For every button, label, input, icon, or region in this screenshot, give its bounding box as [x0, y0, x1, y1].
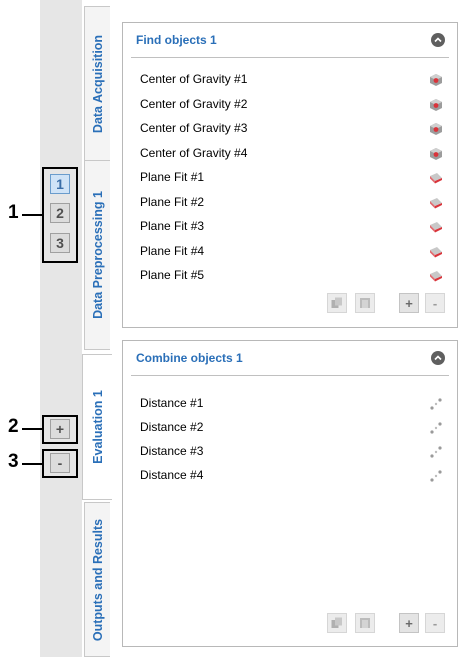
- tab-evaluation[interactable]: Evaluation 1: [82, 354, 112, 500]
- tab-outputs-and-results-label: Outputs and Results: [90, 518, 105, 641]
- list-item[interactable]: Center of Gravity #3: [140, 121, 247, 135]
- plane-fit-icon: [429, 196, 443, 210]
- add-object-button[interactable]: +: [399, 293, 419, 313]
- find-objects-panel: Find objects 1 Center of Gravity #1 Cente…: [122, 22, 458, 328]
- list-item[interactable]: Plane Fit #4: [140, 244, 204, 258]
- side-strip: [40, 0, 82, 657]
- distance-icon: [429, 445, 443, 459]
- page-2-button[interactable]: 2: [50, 203, 70, 223]
- add-page-button[interactable]: +: [50, 419, 70, 439]
- callout-1-line: [22, 214, 42, 216]
- list-item[interactable]: Distance #3: [140, 444, 203, 458]
- plane-fit-icon: [429, 171, 443, 185]
- remove-page-button[interactable]: -: [50, 453, 70, 473]
- list-item[interactable]: Center of Gravity #2: [140, 97, 247, 111]
- list-item[interactable]: Plane Fit #1: [140, 170, 204, 184]
- center-of-gravity-icon: [429, 147, 443, 161]
- distance-icon: [429, 469, 443, 483]
- tab-data-acquisition[interactable]: Data Acquisition: [84, 6, 110, 162]
- page-1-button[interactable]: 1: [50, 174, 70, 194]
- plane-fit-icon: [429, 220, 443, 234]
- list-item[interactable]: Distance #4: [140, 468, 203, 482]
- callout-1-label: 1: [8, 202, 19, 223]
- list-item[interactable]: Plane Fit #3: [140, 219, 204, 233]
- center-of-gravity-icon: [429, 98, 443, 112]
- panel-title: Find objects 1: [136, 33, 217, 47]
- page-3-button[interactable]: 3: [50, 233, 70, 253]
- list-item[interactable]: Center of Gravity #1: [140, 72, 247, 86]
- callout-3-line: [22, 463, 42, 465]
- remove-object-button[interactable]: -: [425, 613, 445, 633]
- panel-header: Find objects 1: [123, 23, 457, 57]
- panel-title: Combine objects 1: [136, 351, 243, 365]
- document-icon[interactable]: [355, 293, 375, 313]
- callout-3-label: 3: [8, 451, 19, 472]
- document-icon[interactable]: [355, 613, 375, 633]
- center-of-gravity-icon: [429, 122, 443, 136]
- tab-data-preprocessing[interactable]: Data Preprocessing 1: [84, 160, 110, 350]
- distance-icon: [429, 397, 443, 411]
- divider: [131, 375, 449, 376]
- list-item[interactable]: Center of Gravity #4: [140, 146, 247, 160]
- list-item[interactable]: Plane Fit #5: [140, 268, 204, 282]
- tab-evaluation-label: Evaluation 1: [90, 390, 105, 464]
- copy-icon[interactable]: [327, 293, 347, 313]
- list-item[interactable]: Distance #2: [140, 420, 203, 434]
- callout-2-line: [22, 428, 42, 430]
- center-of-gravity-icon: [429, 73, 443, 87]
- copy-icon[interactable]: [327, 613, 347, 633]
- combine-objects-panel: Combine objects 1 Distance #1 Distance #2…: [122, 340, 458, 647]
- tab-data-preprocessing-label: Data Preprocessing 1: [90, 191, 105, 319]
- list-item[interactable]: Distance #1: [140, 396, 203, 410]
- tab-data-acquisition-label: Data Acquisition: [90, 34, 105, 134]
- add-object-button[interactable]: +: [399, 613, 419, 633]
- plane-fit-icon: [429, 269, 443, 283]
- list-item[interactable]: Plane Fit #2: [140, 195, 204, 209]
- collapse-chevron-icon[interactable]: [431, 33, 445, 47]
- remove-object-button[interactable]: -: [425, 293, 445, 313]
- distance-icon: [429, 421, 443, 435]
- divider: [131, 57, 449, 58]
- plane-fit-icon: [429, 245, 443, 259]
- callout-2-label: 2: [8, 416, 19, 437]
- collapse-chevron-icon[interactable]: [431, 351, 445, 365]
- tab-outputs-and-results[interactable]: Outputs and Results: [84, 502, 110, 657]
- panel-header: Combine objects 1: [123, 341, 457, 375]
